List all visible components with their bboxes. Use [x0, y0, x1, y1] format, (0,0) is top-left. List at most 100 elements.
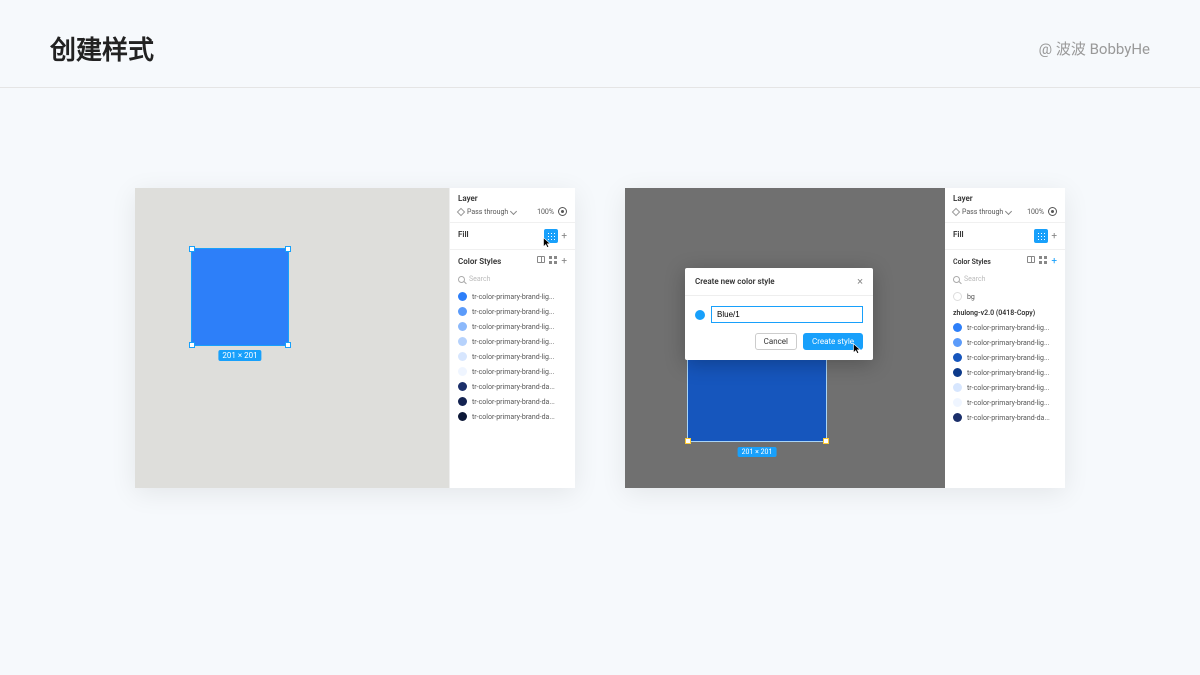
- styles-title: Color Styles: [953, 258, 991, 266]
- opacity-value[interactable]: 100%: [537, 208, 554, 216]
- swatch-icon: [458, 292, 467, 301]
- opacity-value[interactable]: 100%: [1027, 208, 1044, 216]
- chevron-down-icon: [510, 208, 517, 215]
- search-icon: [953, 276, 960, 283]
- swatch-icon: [953, 368, 962, 377]
- add-style-button[interactable]: +: [1051, 256, 1057, 267]
- style-label: bg: [967, 293, 975, 301]
- style-list: tr-color-primary-brand-lig... tr-color-pr…: [450, 289, 575, 424]
- blend-mode-select[interactable]: Pass through: [953, 208, 1011, 216]
- style-item[interactable]: tr-color-primary-brand-lig...: [945, 350, 1065, 365]
- style-label: tr-color-primary-brand-lig...: [967, 339, 1049, 347]
- style-item[interactable]: tr-color-primary-brand-lig...: [945, 335, 1065, 350]
- resize-handle-tl[interactable]: [189, 246, 195, 252]
- style-item[interactable]: tr-color-primary-brand-da...: [450, 409, 575, 424]
- eye-icon[interactable]: [558, 207, 567, 216]
- style-item[interactable]: tr-color-primary-brand-lig...: [945, 395, 1065, 410]
- style-label: tr-color-primary-brand-lig...: [472, 338, 554, 346]
- add-fill-button[interactable]: +: [1051, 231, 1057, 242]
- resize-handle-br[interactable]: [285, 342, 291, 348]
- swatch-icon: [953, 338, 962, 347]
- style-name-input[interactable]: [711, 306, 863, 323]
- screenshot-right: 201 × 201 Create new color style × Cance…: [625, 188, 1065, 488]
- styles-title: Color Styles: [458, 257, 501, 266]
- blend-icon: [952, 207, 960, 215]
- style-label: tr-color-primary-brand-da...: [472, 383, 555, 391]
- add-fill-button[interactable]: +: [561, 231, 567, 242]
- layer-section-title: Layer: [458, 194, 567, 203]
- style-swatch[interactable]: [695, 310, 705, 320]
- style-grid-button[interactable]: [544, 229, 558, 243]
- library-icon[interactable]: [537, 256, 545, 263]
- search-row: Search: [945, 273, 1065, 289]
- bg-style-item[interactable]: bg: [945, 289, 1065, 304]
- style-item[interactable]: tr-color-primary-brand-lig...: [450, 304, 575, 319]
- style-list: tr-color-primary-brand-lig... tr-color-pr…: [945, 320, 1065, 425]
- swatch-icon: [458, 382, 467, 391]
- grid-view-icon[interactable]: [1039, 256, 1047, 264]
- cursor-icon: [852, 343, 864, 357]
- create-style-button[interactable]: Create style: [803, 333, 863, 350]
- swatch-icon: [953, 398, 962, 407]
- blend-row: Pass through 100%: [458, 207, 567, 216]
- style-item[interactable]: tr-color-primary-brand-lig...: [945, 365, 1065, 380]
- grid-view-icon[interactable]: [549, 256, 557, 264]
- page-header: 创建样式 @ 波波 BobbyHe: [0, 0, 1200, 88]
- cancel-button[interactable]: Cancel: [755, 333, 797, 350]
- fill-section-title: Fill: [458, 230, 469, 239]
- style-item[interactable]: tr-color-primary-brand-da...: [450, 379, 575, 394]
- style-label: tr-color-primary-brand-lig...: [472, 323, 554, 331]
- content: 201 × 201 Layer Pass through 100%: [0, 88, 1200, 488]
- style-label: tr-color-primary-brand-lig...: [472, 293, 554, 301]
- swatch-icon: [458, 322, 467, 331]
- style-grid-button[interactable]: [1034, 229, 1048, 243]
- blend-icon: [457, 207, 465, 215]
- style-label: tr-color-primary-brand-da...: [472, 413, 555, 421]
- style-item[interactable]: tr-color-primary-brand-da...: [945, 410, 1065, 425]
- eye-icon[interactable]: [1048, 207, 1057, 216]
- style-item[interactable]: tr-color-primary-brand-lig...: [450, 349, 575, 364]
- style-label: tr-color-primary-brand-da...: [967, 414, 1050, 422]
- style-item[interactable]: tr-color-primary-brand-lig...: [945, 380, 1065, 395]
- add-style-button[interactable]: +: [561, 256, 567, 267]
- style-label: tr-color-primary-brand-lig...: [967, 369, 1049, 377]
- style-label: tr-color-primary-brand-lig...: [472, 368, 554, 376]
- fill-section-title: Fill: [953, 230, 964, 239]
- swatch-icon: [953, 413, 962, 422]
- swatch-icon: [458, 307, 467, 316]
- library-name: zhulong-v2.0 (0418-Copy): [945, 304, 1065, 320]
- style-item[interactable]: tr-color-primary-brand-lig...: [450, 289, 575, 304]
- style-item[interactable]: tr-color-primary-brand-lig...: [450, 364, 575, 379]
- style-item[interactable]: tr-color-primary-brand-lig...: [450, 334, 575, 349]
- blend-mode-select[interactable]: Pass through: [458, 208, 516, 216]
- library-icon[interactable]: [1027, 256, 1035, 263]
- search-input[interactable]: Search: [469, 275, 491, 283]
- dimension-badge: 201 × 201: [738, 447, 777, 457]
- search-icon: [458, 276, 465, 283]
- canvas[interactable]: 201 × 201: [135, 188, 445, 488]
- fill-section: Fill +: [450, 223, 575, 250]
- modal-title: Create new color style: [695, 277, 775, 286]
- resize-handle-br[interactable]: [823, 438, 829, 444]
- dimension-badge: 201 × 201: [218, 350, 261, 361]
- close-button[interactable]: ×: [857, 275, 863, 288]
- color-styles-header: Color Styles +: [450, 250, 575, 273]
- properties-panel: Layer Pass through 100% Fill: [449, 188, 575, 488]
- resize-handle-bl[interactable]: [685, 438, 691, 444]
- search-input[interactable]: Search: [964, 275, 986, 283]
- style-item[interactable]: tr-color-primary-brand-lig...: [450, 319, 575, 334]
- swatch-icon: [953, 353, 962, 362]
- selected-rectangle[interactable]: 201 × 201: [191, 248, 289, 346]
- cursor-icon: [542, 237, 554, 249]
- style-item[interactable]: tr-color-primary-brand-da...: [450, 394, 575, 409]
- style-item[interactable]: tr-color-primary-brand-lig...: [945, 320, 1065, 335]
- resize-handle-bl[interactable]: [189, 342, 195, 348]
- style-label: tr-color-primary-brand-lig...: [967, 354, 1049, 362]
- layer-section: Layer Pass through 100%: [450, 188, 575, 223]
- style-label: tr-color-primary-brand-lig...: [967, 324, 1049, 332]
- blend-label: Pass through: [467, 208, 508, 216]
- style-label: tr-color-primary-brand-lig...: [967, 384, 1049, 392]
- color-styles-header: Color Styles +: [945, 250, 1065, 273]
- swatch-icon: [953, 292, 962, 301]
- resize-handle-tr[interactable]: [285, 246, 291, 252]
